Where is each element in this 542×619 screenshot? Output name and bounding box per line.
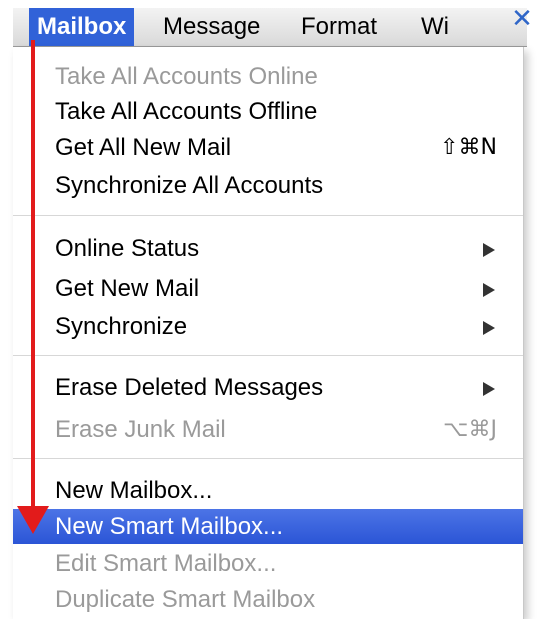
screenshot: Mailbox Message Format Wi ✕ Take All Acc… [0, 0, 542, 619]
menu-item-new-smart-mailbox[interactable]: New Smart Mailbox... [13, 509, 523, 544]
keyboard-shortcut: ⌥⌘J [443, 417, 497, 442]
menu-window[interactable]: Wi [413, 8, 457, 46]
menu-item-label: New Smart Mailbox... [55, 513, 284, 540]
menu-item-label: Online Status [55, 235, 200, 262]
menu-item-label: Edit Smart Mailbox... [55, 550, 277, 577]
menu-item-get-new-mail[interactable]: Get New Mail [13, 271, 523, 306]
menu-item-label: Get New Mail [55, 275, 200, 302]
menu-item-label: Get All New Mail [55, 134, 232, 161]
menu-item-label: New Mailbox... [55, 477, 213, 504]
menu-item-erase-junk-mail: Erase Junk Mail ⌥⌘J [13, 412, 523, 447]
annotation-arrow-shaft [31, 40, 35, 510]
menu-item-label: Take All Accounts Offline [55, 98, 318, 125]
submenu-arrow-icon [483, 321, 495, 335]
submenu-arrow-icon [483, 283, 495, 297]
menu-item-get-all-new-mail[interactable]: Get All New Mail ⇧⌘N [13, 130, 523, 165]
menu-item-label: Erase Deleted Messages [55, 374, 324, 401]
menu-message[interactable]: Message [155, 8, 268, 46]
submenu-arrow-icon [483, 382, 495, 396]
keyboard-shortcut: ⇧⌘N [440, 135, 497, 160]
annotation-arrow-head-icon [17, 506, 49, 534]
menu-item-synchronize[interactable]: Synchronize [13, 309, 523, 344]
menu-separator [13, 215, 523, 216]
menu-item-new-mailbox[interactable]: New Mailbox... [13, 473, 523, 508]
menu-format[interactable]: Format [293, 8, 385, 46]
menu-item-online-status[interactable]: Online Status [13, 231, 523, 266]
menu-item-duplicate-smart-mailbox: Duplicate Smart Mailbox [13, 582, 523, 617]
menu-item-take-all-accounts-online: Take All Accounts Online [13, 59, 523, 94]
menu-item-label: Take All Accounts Online [55, 63, 318, 90]
menu-item-label: Duplicate Smart Mailbox [55, 586, 316, 613]
menu-mailbox[interactable]: Mailbox [29, 8, 135, 46]
close-icon[interactable]: ✕ [508, 4, 536, 34]
menu-item-label: Erase Junk Mail [55, 416, 226, 443]
menu-item-label: Synchronize [55, 313, 188, 340]
menu-item-edit-smart-mailbox: Edit Smart Mailbox... [13, 546, 523, 581]
menu-item-take-all-accounts-offline[interactable]: Take All Accounts Offline [13, 94, 523, 129]
menu-item-label: Synchronize All Accounts [55, 172, 324, 199]
menu-bar: Mailbox Message Format Wi [13, 8, 527, 47]
menu-separator [13, 458, 523, 459]
submenu-arrow-icon [483, 243, 495, 257]
mailbox-dropdown-menu: Take All Accounts Online Take All Accoun… [13, 47, 524, 619]
menu-separator [13, 355, 523, 356]
menu-item-synchronize-all-accounts[interactable]: Synchronize All Accounts [13, 168, 523, 203]
menu-item-erase-deleted-messages[interactable]: Erase Deleted Messages [13, 370, 523, 405]
